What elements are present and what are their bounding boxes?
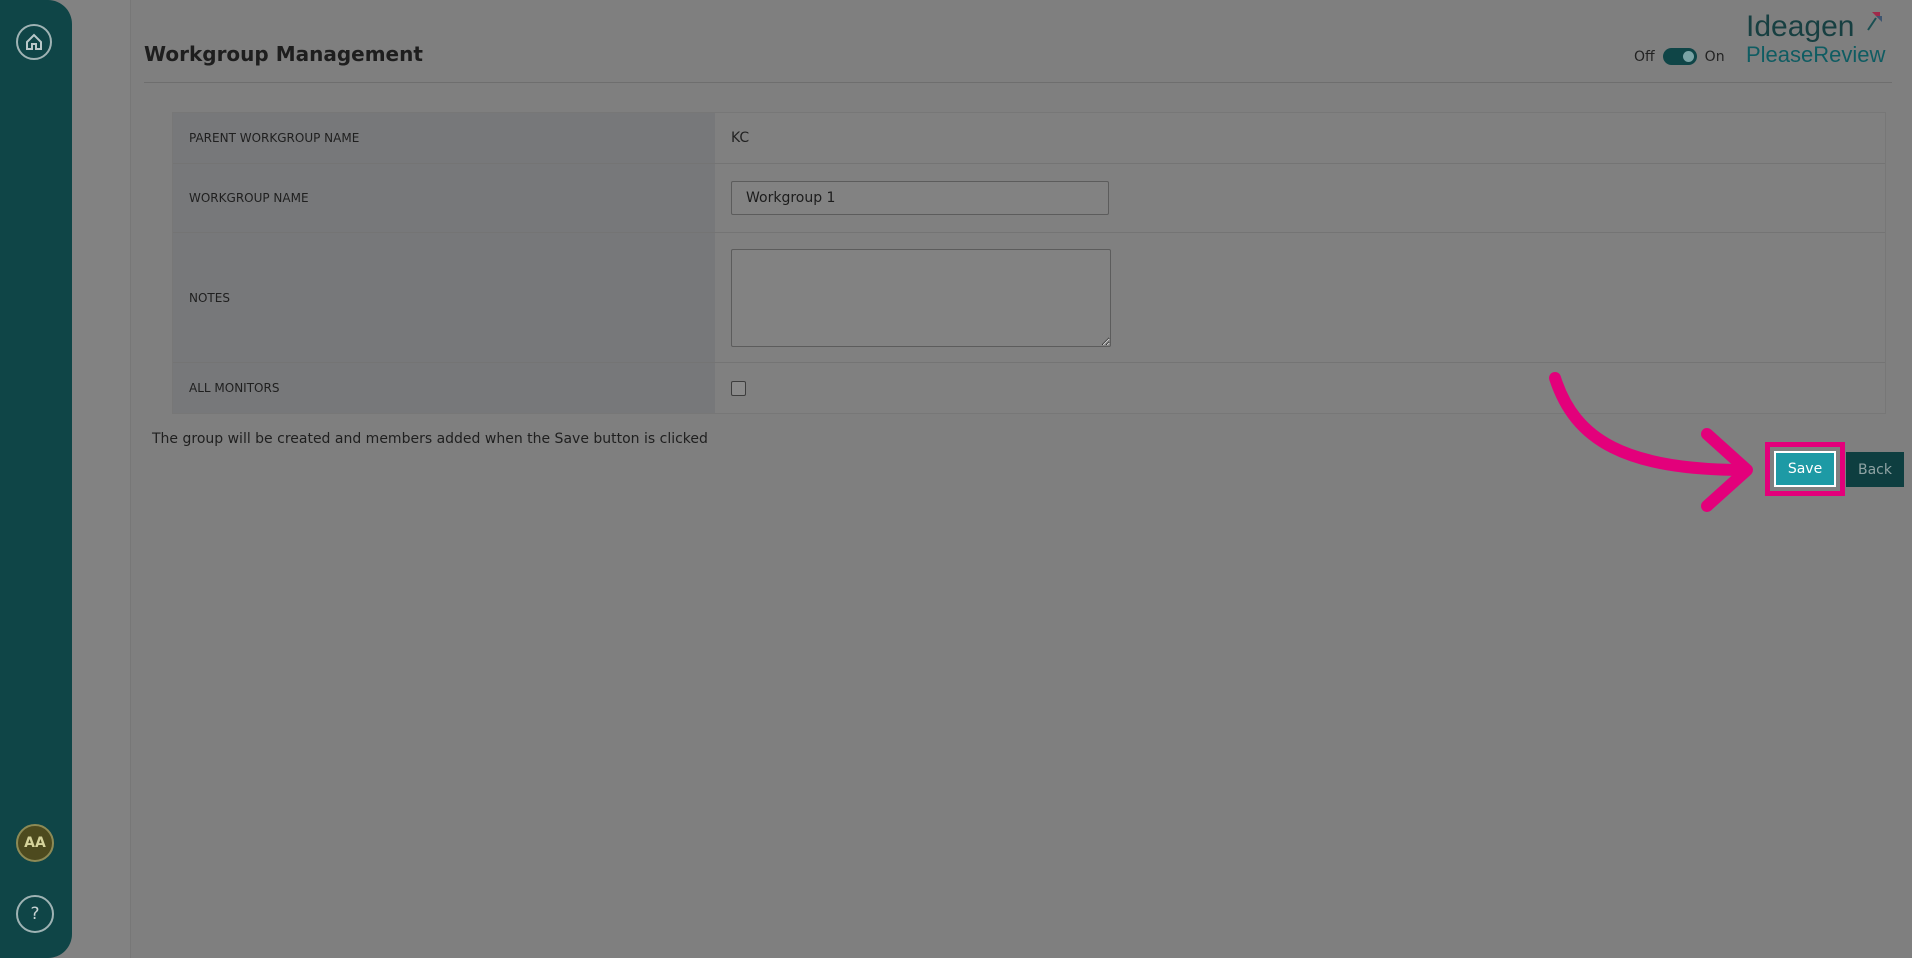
home-icon	[26, 33, 42, 50]
save-info-text: The group will be created and members ad…	[152, 431, 708, 447]
parent-workgroup-value: KC	[715, 113, 1885, 163]
help-button[interactable]: ?	[16, 895, 54, 933]
header-divider	[144, 82, 1892, 83]
mode-toggle[interactable]	[1662, 48, 1697, 65]
toggle-on-label: On	[1704, 48, 1725, 65]
form-row-notes: NOTES	[173, 233, 1885, 363]
all-monitors-checkbox[interactable]	[731, 380, 746, 396]
home-button[interactable]	[16, 24, 52, 60]
app-rail: AA ?	[0, 0, 72, 958]
save-button[interactable]: Save	[1774, 451, 1836, 487]
form-row-parent: PARENT WORKGROUP NAME KC	[173, 113, 1885, 164]
logo-icon[interactable]	[0, 0, 1912, 26]
page-title: Workgroup Management	[144, 42, 423, 66]
brand-line2: PleaseReview	[1746, 42, 1886, 67]
parent-workgroup-label: PARENT WORKGROUP NAME	[173, 113, 715, 163]
brand-mark-icon	[1867, 12, 1882, 31]
workgroup-name-label: WORKGROUP NAME	[173, 164, 715, 232]
mode-toggle-group: Off On	[1634, 48, 1725, 65]
brand-line1: Ideagen	[1746, 10, 1855, 43]
workgroup-name-input[interactable]	[731, 181, 1109, 215]
toggle-off-label: Off	[1634, 48, 1655, 65]
form-row-name: WORKGROUP NAME	[173, 164, 1885, 233]
annotation-arrow	[1549, 372, 1753, 512]
notes-textarea[interactable]	[731, 248, 1111, 347]
back-button[interactable]: Back	[1846, 452, 1904, 487]
avatar[interactable]: AA	[16, 824, 54, 862]
notes-label: NOTES	[173, 233, 715, 362]
brand-logo: Ideagen PleaseReview	[1746, 10, 1886, 80]
workgroup-form: PARENT WORKGROUP NAME KC WORKGROUP NAME …	[172, 112, 1886, 414]
all-monitors-label: ALL MONITORS	[173, 363, 715, 413]
